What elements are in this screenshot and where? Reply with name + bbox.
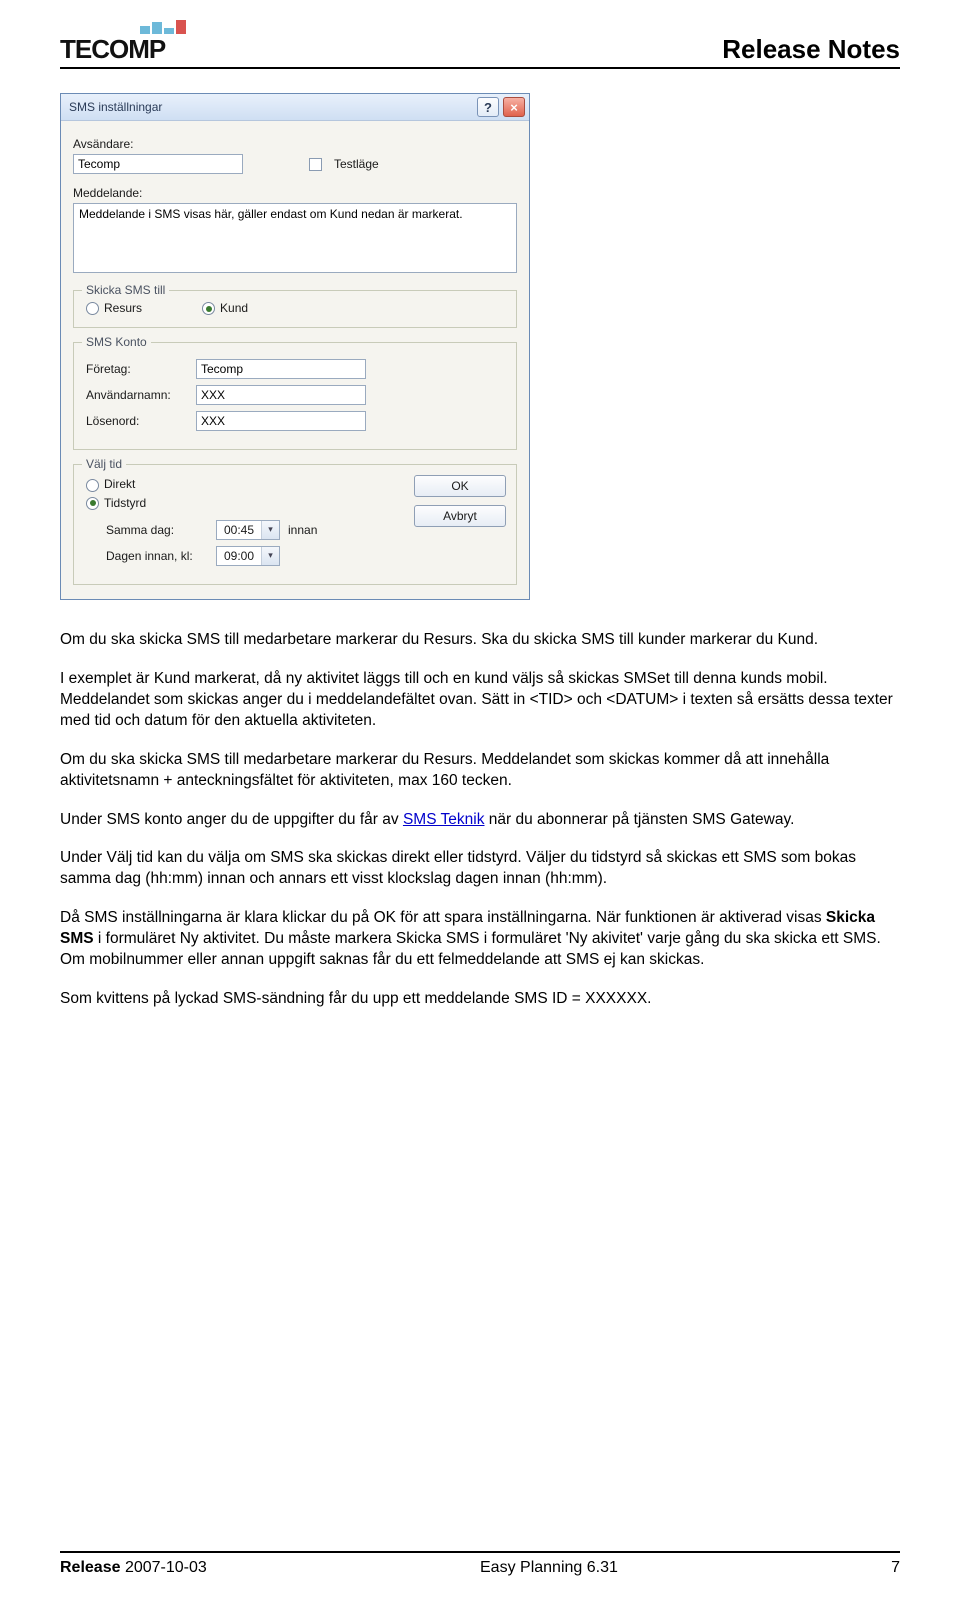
losenord-label: Lösenord: [86, 414, 196, 428]
direkt-radio[interactable] [86, 479, 99, 492]
skicka-till-fieldset: Skicka SMS till Resurs Kund [73, 290, 517, 328]
anvandarnamn-label: Användarnamn: [86, 388, 196, 402]
dagen-innan-label: Dagen innan, kl: [106, 549, 216, 563]
chevron-down-icon: ▾ [261, 521, 279, 539]
paragraph: Under Välj tid kan du välja om SMS ska s… [60, 848, 900, 890]
direkt-label: Direkt [104, 477, 135, 491]
paragraph: I exemplet är Kund markerat, då ny aktiv… [60, 669, 900, 732]
chevron-down-icon: ▾ [261, 547, 279, 565]
resurs-label: Resurs [104, 301, 142, 315]
footer-page-number: 7 [891, 1559, 900, 1577]
kund-label: Kund [220, 301, 248, 315]
dagen-innan-combo[interactable]: 09:00 ▾ [216, 546, 280, 566]
page-title: Release Notes [722, 34, 900, 65]
innan-label: innan [288, 523, 317, 537]
losenord-input[interactable] [196, 411, 366, 431]
tidstyrd-radio[interactable] [86, 497, 99, 510]
valj-tid-legend: Välj tid [82, 457, 126, 471]
paragraph: Som kvittens på lyckad SMS-sändning får … [60, 989, 900, 1010]
tidstyrd-label: Tidstyrd [104, 496, 146, 510]
close-icon: × [510, 100, 518, 115]
sms-konto-legend: SMS Konto [82, 335, 151, 349]
footer-release: Release 2007-10-03 [60, 1559, 207, 1577]
logo-text: TECOMP [60, 34, 165, 65]
avsandare-input[interactable] [73, 154, 243, 174]
paragraph: Under SMS konto anger du de uppgifter du… [60, 810, 900, 831]
anvandarnamn-input[interactable] [196, 385, 366, 405]
help-button[interactable]: ? [477, 97, 499, 117]
dialog-titlebar: SMS inställningar ? × [61, 94, 529, 121]
help-icon: ? [484, 100, 492, 115]
kund-radio[interactable] [202, 302, 215, 315]
paragraph: Då SMS inställningarna är klara klickar … [60, 908, 900, 971]
logo: TECOMP [60, 20, 186, 65]
dagen-innan-value: 09:00 [217, 548, 261, 564]
logo-bars-icon [140, 20, 186, 34]
sms-konto-fieldset: SMS Konto Företag: Användarnamn: Lösenor… [73, 342, 517, 450]
samma-dag-label: Samma dag: [106, 523, 216, 537]
body-text: Om du ska skicka SMS till medarbetare ma… [60, 630, 900, 1010]
resurs-radio[interactable] [86, 302, 99, 315]
testlage-label: Testläge [334, 157, 379, 171]
page-footer: Release 2007-10-03 Easy Planning 6.31 7 [60, 1551, 900, 1577]
sms-teknik-link[interactable]: SMS Teknik [403, 811, 485, 828]
samma-dag-value: 00:45 [217, 522, 261, 538]
ok-button[interactable]: OK [414, 475, 506, 497]
avbryt-button[interactable]: Avbryt [414, 505, 506, 527]
footer-product: Easy Planning 6.31 [480, 1559, 618, 1577]
foretag-label: Företag: [86, 362, 196, 376]
close-button[interactable]: × [503, 97, 525, 117]
foretag-input[interactable] [196, 359, 366, 379]
skicka-till-legend: Skicka SMS till [82, 283, 169, 297]
paragraph: Om du ska skicka SMS till medarbetare ma… [60, 630, 900, 651]
page-header: TECOMP Release Notes [60, 20, 900, 69]
sms-settings-dialog: SMS inställningar ? × Avsändare: Testläg… [60, 93, 530, 600]
valj-tid-fieldset: Välj tid Direkt Tidstyrd Samma dag: 00:4… [73, 464, 517, 585]
samma-dag-combo[interactable]: 00:45 ▾ [216, 520, 280, 540]
dialog-title: SMS inställningar [69, 100, 162, 114]
avsandare-label: Avsändare: [73, 137, 517, 151]
testlage-checkbox[interactable] [309, 158, 322, 171]
paragraph: Om du ska skicka SMS till medarbetare ma… [60, 750, 900, 792]
meddelande-label: Meddelande: [73, 186, 517, 200]
meddelande-textarea[interactable]: Meddelande i SMS visas här, gäller endas… [73, 203, 517, 273]
